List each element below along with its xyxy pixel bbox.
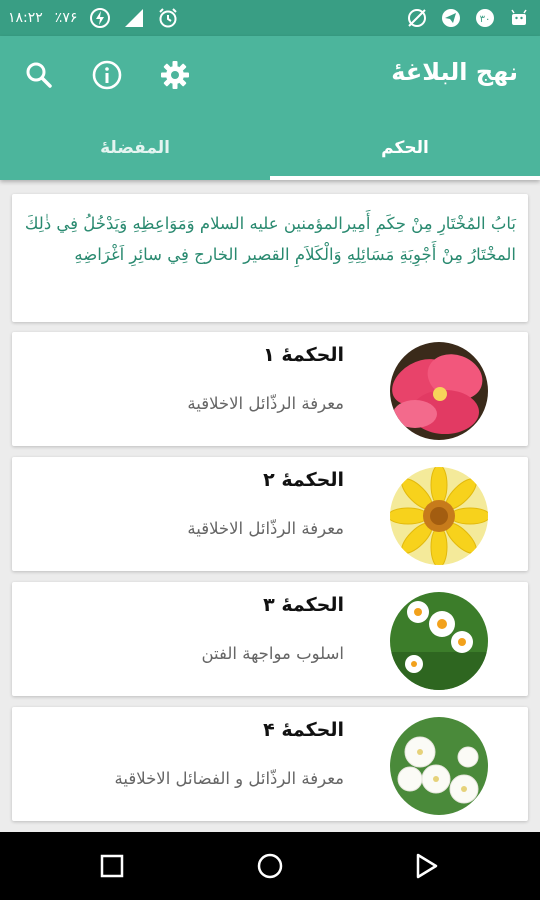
square-icon	[100, 854, 124, 878]
alarm-icon	[157, 7, 179, 29]
item-title: الحکمۀ ١	[263, 344, 344, 366]
item-subtitle: معرفة الرذّائل الاخلاقية	[187, 519, 344, 538]
app-title: نهج البلاغۀ	[391, 58, 518, 86]
item-title: الحکمۀ ٣	[263, 594, 344, 616]
back-button[interactable]	[406, 846, 446, 886]
battery-percent: ٪٧۶	[54, 10, 78, 26]
list-item[interactable]: الحکمۀ ۴ معرفة الرذّائل و الفضائل الاخلا…	[12, 707, 528, 821]
tab-hikam[interactable]: الحکم	[270, 116, 540, 180]
action-icons	[18, 56, 196, 94]
info-button[interactable]	[86, 56, 128, 94]
nav-bar	[0, 832, 540, 900]
intro-card: بَابُ المُخْتَارِ مِنْ حِكَمِ أَمِيرالمؤ…	[12, 194, 528, 322]
telegram-icon	[440, 7, 462, 29]
tab-favorites-label: المفضلۀ	[100, 138, 170, 158]
item-subtitle: معرفة الرذّائل الاخلاقية	[187, 394, 344, 413]
tab-hikam-label: الحکم	[381, 138, 429, 158]
app-bar: نهج البلاغۀ المفضلۀ الحکم	[0, 36, 540, 180]
content-list[interactable]: بَابُ المُخْتَارِ مِنْ حِكَمِ أَمِيرالمؤ…	[0, 180, 540, 832]
clock: ١٨:٢٢	[8, 10, 43, 26]
tab-bar: المفضلۀ الحکم	[0, 116, 540, 180]
svg-text:٣٠: ٣٠	[480, 14, 491, 25]
list-item[interactable]: الحکمۀ ١ معرفة الرذّائل الاخلاقية	[12, 332, 528, 446]
item-title: الحکمۀ ۴	[263, 719, 344, 741]
list-item[interactable]: الحکمۀ ٣ اسلوب مواجهة الفتن	[12, 582, 528, 696]
status-bar-left: ١٨:٢٢ ٪٧۶	[8, 0, 179, 36]
info-icon	[92, 60, 122, 90]
list-item[interactable]: الحکمۀ ٢ معرفة الرذّائل الاخلاقية	[12, 457, 528, 571]
triangle-icon	[416, 853, 438, 879]
item-title: الحکمۀ ٢	[263, 469, 344, 491]
gear-icon	[161, 61, 189, 89]
search-button[interactable]	[18, 56, 60, 94]
item-subtitle: معرفة الرذّائل و الفضائل الاخلاقية	[114, 769, 344, 788]
signal-icon	[123, 7, 145, 29]
pink-flower-thumbnail	[390, 342, 488, 440]
white-flower-thumbnail	[390, 717, 488, 815]
status-bar-right: ٣٠	[406, 0, 530, 36]
intro-text: بَابُ المُخْتَارِ مِنْ حِكَمِ أَمِيرالمؤ…	[24, 214, 516, 264]
status-bar: ١٨:٢٢ ٪٧۶ ٣٠	[0, 0, 540, 36]
circle-icon	[257, 853, 283, 879]
narcissus-flower-thumbnail	[390, 592, 488, 690]
battery-saver-icon	[89, 7, 111, 29]
settings-button[interactable]	[154, 56, 196, 94]
tab-favorites[interactable]: المفضلۀ	[0, 116, 270, 180]
home-button[interactable]	[250, 846, 290, 886]
android-icon	[508, 7, 530, 29]
item-subtitle: اسلوب مواجهة الفتن	[201, 644, 344, 663]
recent-apps-button[interactable]	[92, 846, 132, 886]
yellow-flower-thumbnail	[390, 467, 488, 565]
search-icon	[26, 62, 52, 88]
notification-badge-icon: ٣٠	[474, 7, 496, 29]
no-sync-icon	[406, 7, 428, 29]
